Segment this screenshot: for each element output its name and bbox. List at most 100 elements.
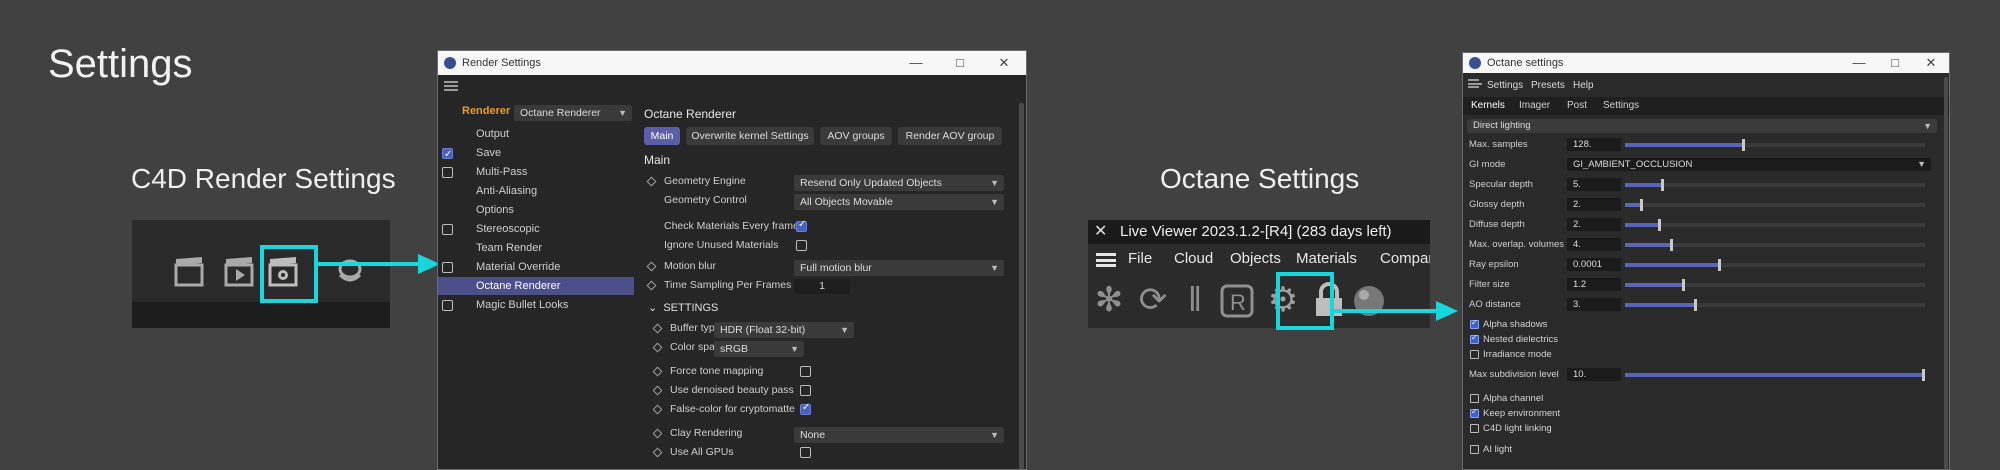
filter-size-slider[interactable] <box>1625 279 1925 291</box>
specular-depth-slider[interactable] <box>1625 179 1925 191</box>
play-clapboard-icon[interactable] <box>222 253 258 289</box>
ray-epsilon-slider[interactable] <box>1625 259 1925 271</box>
region-render-icon[interactable]: R <box>1218 280 1256 320</box>
motion-blur-dropdown[interactable]: Full motion blur ▼ <box>794 260 1004 276</box>
menu-file[interactable]: File <box>1128 250 1152 267</box>
clapboard-icon[interactable] <box>172 253 208 289</box>
nav-item-octane-renderer[interactable]: Octane Renderer <box>438 277 634 295</box>
magic-bullet-checkbox[interactable] <box>442 300 453 311</box>
minimize-icon[interactable]: — <box>1841 55 1877 71</box>
stereoscopic-checkbox[interactable] <box>442 224 453 235</box>
tab-overwrite-kernel-settings[interactable]: Overwrite kernel Settings <box>686 127 814 145</box>
clay-rendering-dropdown[interactable]: None ▼ <box>794 427 1004 443</box>
force-tone-checkbox[interactable] <box>800 366 811 377</box>
nav-item-magic-bullet-looks[interactable]: Magic Bullet Looks <box>438 296 634 314</box>
hamburger-menu-icon[interactable] <box>444 81 458 91</box>
diffuse-depth-slider[interactable] <box>1625 219 1925 231</box>
ai-light-checkbox[interactable] <box>1470 445 1479 454</box>
settings-section-heading[interactable]: ⌄ SETTINGS <box>648 301 718 314</box>
menu-objects[interactable]: Objects <box>1230 250 1281 267</box>
menu-materials[interactable]: Materials <box>1296 250 1357 267</box>
keyframe-diamond-icon[interactable] <box>652 323 663 334</box>
max-overlap-volumes-slider[interactable] <box>1625 239 1925 251</box>
menu-cloud[interactable]: Cloud <box>1174 250 1213 267</box>
keep-environment-checkbox[interactable] <box>1470 407 1479 418</box>
menu-presets[interactable]: Presets <box>1531 80 1565 91</box>
kernel-type-dropdown[interactable]: Direct lighting ▼ <box>1467 119 1937 133</box>
nav-item-output[interactable]: Output <box>438 125 634 143</box>
diffuse-depth-field[interactable]: 2. <box>1567 218 1621 231</box>
use-all-gpus-checkbox[interactable] <box>800 447 811 458</box>
tab-imager[interactable]: Imager <box>1519 100 1550 111</box>
max-subdivision-slider[interactable] <box>1625 369 1925 381</box>
nav-item-anti-aliasing[interactable]: Anti-Aliasing <box>438 182 634 200</box>
buffer-type-dropdown[interactable]: HDR (Float 32-bit) ▼ <box>714 322 854 338</box>
menu-compare[interactable]: Compar <box>1380 250 1430 267</box>
irradiance-mode-checkbox[interactable] <box>1470 350 1479 359</box>
pause-icon[interactable]: ‖ <box>1176 280 1214 320</box>
check-materials-checkbox[interactable] <box>796 219 807 232</box>
hamburger-menu-icon[interactable] <box>1468 79 1482 88</box>
tab-aov-groups[interactable]: AOV groups <box>820 127 892 145</box>
nav-item-options[interactable]: Options <box>438 201 634 219</box>
glossy-depth-field[interactable]: 2. <box>1567 198 1621 211</box>
keyframe-diamond-icon[interactable] <box>646 261 657 272</box>
nested-dielectrics-checkbox[interactable] <box>1470 333 1479 344</box>
geometry-control-dropdown[interactable]: All Objects Movable ▼ <box>794 194 1004 210</box>
max-subdivision-field[interactable]: 10. <box>1567 368 1621 381</box>
keyframe-diamond-icon[interactable] <box>652 404 663 415</box>
gi-mode-dropdown[interactable]: GI_AMBIENT_OCCLUSION ▼ <box>1567 158 1931 171</box>
denoised-checkbox[interactable] <box>800 385 811 396</box>
nav-item-stereoscopic[interactable]: Stereoscopic <box>438 220 634 238</box>
ray-epsilon-field[interactable]: 0.0001 <box>1567 258 1621 271</box>
time-sampling-field[interactable]: 1 <box>794 279 850 294</box>
nav-item-save[interactable]: Save <box>438 144 634 164</box>
menu-help[interactable]: Help <box>1573 80 1594 91</box>
geometry-engine-dropdown[interactable]: Resend Only Updated Objects ▼ <box>794 175 1004 191</box>
keyframe-diamond-icon[interactable] <box>646 176 657 187</box>
max-samples-field[interactable]: 128. <box>1567 138 1621 151</box>
refresh-icon[interactable]: ⟳ <box>1134 280 1172 320</box>
scrollbar[interactable] <box>1019 103 1024 469</box>
aperture-icon[interactable]: ✻ <box>1090 280 1128 320</box>
alpha-channel-checkbox[interactable] <box>1470 394 1479 403</box>
close-icon[interactable]: ✕ <box>1094 220 1107 244</box>
color-space-dropdown[interactable]: sRGB ▼ <box>714 341 804 357</box>
ao-distance-slider[interactable] <box>1625 299 1925 311</box>
maximize-icon[interactable]: □ <box>938 55 982 71</box>
c4d-light-linking-checkbox[interactable] <box>1470 424 1479 433</box>
nav-item-multipass[interactable]: Multi-Pass <box>438 163 634 181</box>
filter-size-field[interactable]: 1.2 <box>1567 278 1621 291</box>
specular-depth-field[interactable]: 5. <box>1567 178 1621 191</box>
minimize-icon[interactable]: — <box>894 55 938 71</box>
renderer-dropdown[interactable]: Octane Renderer ▼ <box>514 105 632 121</box>
nav-item-material-override[interactable]: Material Override <box>438 258 634 276</box>
close-icon[interactable]: ✕ <box>1913 55 1949 71</box>
glossy-depth-slider[interactable] <box>1625 199 1925 211</box>
max-samples-slider[interactable] <box>1625 139 1925 151</box>
false-color-checkbox[interactable] <box>800 402 811 415</box>
menu-settings[interactable]: Settings <box>1487 80 1523 91</box>
keyframe-diamond-icon[interactable] <box>652 428 663 439</box>
keyframe-diamond-icon[interactable] <box>652 366 663 377</box>
max-overlap-volumes-field[interactable]: 4. <box>1567 238 1621 251</box>
maximize-icon[interactable]: □ <box>1877 55 1913 71</box>
nav-item-team-render[interactable]: Team Render <box>438 239 634 257</box>
scrollbar[interactable] <box>1944 77 1948 469</box>
ao-distance-field[interactable]: 3. <box>1567 298 1621 311</box>
tab-render-aov-group[interactable]: Render AOV group <box>898 127 1002 145</box>
close-icon[interactable]: ✕ <box>982 55 1026 71</box>
tab-kernels[interactable]: Kernels <box>1471 100 1505 111</box>
multipass-checkbox[interactable] <box>442 167 453 178</box>
material-override-checkbox[interactable] <box>442 262 453 273</box>
keyframe-diamond-icon[interactable] <box>652 447 663 458</box>
alpha-shadows-checkbox[interactable] <box>1470 318 1479 329</box>
keyframe-diamond-icon[interactable] <box>646 280 657 291</box>
save-checkbox[interactable] <box>442 146 453 164</box>
keyframe-diamond-icon[interactable] <box>652 342 663 353</box>
tab-settings[interactable]: Settings <box>1603 100 1639 111</box>
ignore-unused-checkbox[interactable] <box>796 240 807 251</box>
keyframe-diamond-icon[interactable] <box>652 385 663 396</box>
tab-main[interactable]: Main <box>644 127 680 145</box>
tab-post[interactable]: Post <box>1567 100 1587 111</box>
